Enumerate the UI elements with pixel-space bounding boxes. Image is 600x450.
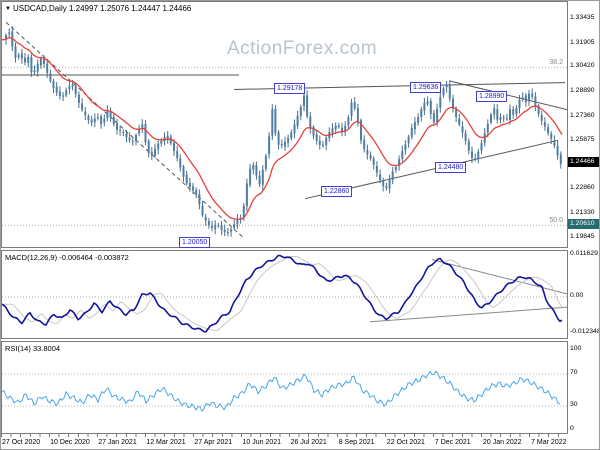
- price-annotation-label[interactable]: 1.28990: [476, 91, 508, 102]
- macd-wedge-lower: [369, 306, 567, 323]
- date-label: 7 Dec 2021: [434, 439, 471, 446]
- macd-axis-tick: 0.00: [570, 292, 584, 299]
- date-label: 26 Jul 2021: [290, 439, 327, 446]
- macd-wedge-upper: [431, 259, 567, 295]
- current-price-tag: 1.24466: [568, 157, 599, 168]
- price-axis[interactable]: 1.33435 1.31905 1.30420 1.28890 1.27360 1.258…: [568, 1, 600, 434]
- date-label: 8 Sep 2021: [338, 439, 375, 446]
- macd-svg[interactable]: [2, 251, 567, 338]
- macd-value: -0.006464: [59, 253, 93, 262]
- date-label: 27 Oct 2020: [2, 439, 41, 446]
- rsi-name: RSI(14): [5, 344, 31, 353]
- rsi-axis-tick: 100: [570, 345, 582, 352]
- price-annotation-label[interactable]: 1.29636: [410, 82, 442, 93]
- price-tick: 1.30420: [570, 62, 595, 70]
- price-annotation-label[interactable]: 1.22860: [321, 186, 353, 197]
- chart-window: ActionForex.com ▼ USDCAD,Daily 1.24997 1.…: [0, 0, 600, 450]
- collapse-icon[interactable]: ▼: [5, 6, 11, 12]
- macd-signal-value: -0.003872: [95, 253, 129, 262]
- date-label: 12 Mar 2021: [146, 439, 186, 446]
- macd-label: MACD(12,26,9) -0.006464 -0.003872: [5, 253, 129, 262]
- price-tick: 1.31905: [570, 38, 595, 46]
- macd-panel[interactable]: MACD(12,26,9) -0.006464 -0.003872: [1, 250, 568, 339]
- rsi-axis-tick: 30: [570, 401, 578, 408]
- rsi-axis-tick: 0: [570, 425, 574, 432]
- macd-line: [2, 254, 563, 333]
- macd-signal-line: [2, 255, 563, 332]
- price-annotation-label[interactable]: 1.29178: [274, 83, 306, 94]
- date-label: 10 Dec 2020: [50, 439, 90, 446]
- rsi-axis-tick: 70: [570, 369, 578, 376]
- price-tick: 1.33435: [570, 14, 595, 21]
- price-tick: 1.22860: [570, 184, 595, 192]
- price-panel[interactable]: ActionForex.com ▼ USDCAD,Daily 1.24997 1.…: [1, 1, 568, 248]
- fib-label: 50.0: [549, 217, 563, 225]
- rsi-label: RSI(14) 33.8004: [5, 344, 60, 353]
- fib-label: 38.2: [549, 59, 563, 67]
- price-tick: 1.21330: [570, 208, 595, 216]
- date-label: 27 Apr 2021: [194, 439, 233, 446]
- price-tick: 1.25875: [570, 135, 595, 143]
- ohlc-open: 1.24997: [68, 4, 98, 13]
- level-price-tag: 1.20610: [568, 219, 599, 230]
- price-tick: 1.28890: [570, 87, 595, 95]
- macd-axis-tick: 0.011629: [570, 250, 598, 258]
- ohlc-high: 1.25076: [100, 4, 130, 13]
- watermark: ActionForex.com: [226, 38, 378, 59]
- date-label: 7 Mar 2022: [531, 439, 567, 446]
- time-axis[interactable]: 27 Oct 2020 10 Dec 2020 27 Jan 2021 12 Mar …: [1, 434, 599, 449]
- rsi-svg[interactable]: [2, 342, 567, 433]
- chart-title: ▼ USDCAD,Daily 1.24997 1.25076 1.24447 1.…: [5, 4, 191, 13]
- downtrend-dashed: [5, 21, 245, 239]
- price-annotation-label[interactable]: 1.24480: [435, 162, 467, 173]
- date-label: 22 Oct 2021: [386, 439, 425, 446]
- resistance-falling: [449, 80, 567, 111]
- price-annotation-label[interactable]: 1.20050: [179, 237, 211, 248]
- symbol-label: USDCAD,Daily: [12, 4, 67, 13]
- macd-name: MACD(12,26,9): [5, 253, 58, 262]
- date-label: 27 Jan 2021: [98, 439, 137, 446]
- rsi-panel[interactable]: RSI(14) 33.8004: [1, 341, 568, 434]
- rsi-line: [2, 370, 561, 413]
- macd-axis-tick: -0.012348: [570, 328, 600, 335]
- price-tick: 1.19845: [570, 232, 595, 240]
- date-label: 20 Jan 2022: [483, 439, 522, 446]
- price-tick: 1.27360: [570, 111, 595, 119]
- ohlc-close: 1.24466: [162, 4, 192, 13]
- rsi-value: 33.8004: [32, 344, 61, 353]
- ohlc-low: 1.24447: [131, 4, 161, 13]
- time-axis-ticks: [1, 434, 567, 437]
- date-label: 10 Jun 2021: [242, 439, 282, 446]
